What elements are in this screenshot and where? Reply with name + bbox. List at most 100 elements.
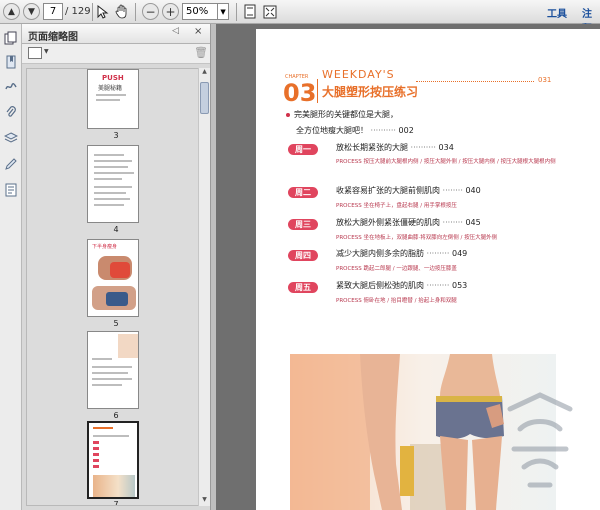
toc-entry-title[interactable]: 收紧容易扩张的大腿前侧肌肉 ········ 040 — [336, 185, 481, 196]
day-pill — [93, 441, 99, 444]
chapter-number: 03 — [283, 79, 317, 107]
leader-dots — [416, 81, 534, 82]
zoom-level-field[interactable]: 50% — [182, 3, 218, 20]
text-line — [96, 94, 126, 96]
bookmarks-icon[interactable] — [3, 54, 18, 69]
toc-entry-process: PROCESS 坐在地板上，双腿曲膝·将双膝向左倒侧 / 按压大腿外侧 — [336, 235, 498, 241]
document-viewer: CHAPTER 03 WEEKDAY'S 大腿塑形按压练习 031 完美腿形的关… — [216, 24, 600, 510]
toc-entry-title[interactable]: 放松长期紧张的大腿 ·········· 034 — [336, 142, 454, 153]
chapter-divider — [317, 79, 318, 103]
day-pill: 周五 — [288, 282, 318, 293]
thumbnail-label: 7 — [113, 500, 119, 506]
previous-page-button[interactable]: ▲ — [3, 3, 20, 20]
tools-menu-link[interactable]: 工具 — [547, 5, 567, 20]
options-chevron-down-icon[interactable]: ▼ — [44, 48, 49, 55]
toolbar-divider — [92, 3, 93, 21]
page-number-input[interactable]: 7 — [43, 3, 63, 20]
thumbnail-page-7-selected[interactable] — [87, 421, 139, 499]
navigation-strip — [0, 24, 22, 510]
thumbnail-options-icon[interactable] — [28, 47, 42, 59]
next-page-button[interactable]: ▼ — [23, 3, 40, 20]
day-pill — [93, 453, 99, 456]
day-pill: 周四 — [288, 250, 318, 261]
page-thumbnails-panel: 页面缩略图 ◁ × ▼ 🗑 PUSH 美腿秘籍 3 4 下半身瘦身 5 6 7 … — [22, 24, 212, 510]
text-line — [94, 160, 132, 162]
layers-icon[interactable] — [3, 130, 18, 145]
zoom-dropdown-chevron-down-icon[interactable]: ▼ — [217, 3, 229, 20]
day-pill — [93, 447, 99, 450]
toolbar-divider — [135, 3, 136, 21]
page-total-label: / 129 — [65, 6, 91, 17]
toc-entry-process: PROCESS 俯卧在地 / 抬目瞪替 / 抬起上身和双腿 — [336, 298, 457, 304]
text-line — [96, 99, 120, 101]
attachments-paperclip-icon[interactable] — [3, 104, 18, 119]
thumbnail-list: PUSH 美腿秘籍 3 4 下半身瘦身 5 6 7 — [26, 68, 204, 506]
text-line — [92, 366, 132, 368]
text-line — [94, 154, 124, 156]
page-thumbnails-icon[interactable] — [3, 30, 18, 45]
document-page: CHAPTER 03 WEEKDAY'S 大腿塑形按压练习 031 完美腿形的关… — [256, 29, 600, 510]
toolbar-divider — [236, 3, 237, 21]
intro-line-2: 全方位地瘦大腿吧！ ·········· 002 — [296, 126, 414, 135]
cover-title: PUSH — [102, 74, 124, 82]
fit-page-icon[interactable] — [242, 3, 258, 20]
text-line — [92, 384, 122, 386]
text-line — [92, 358, 112, 360]
thumbnail-label: 4 — [113, 225, 119, 234]
photo-figure — [110, 262, 130, 278]
full-screen-icon[interactable] — [262, 3, 278, 20]
photo-figure — [106, 292, 128, 306]
thumbnail-page-6[interactable] — [87, 331, 139, 409]
thumbnail-label: 5 — [113, 319, 119, 328]
day-pill: 周一 — [288, 144, 318, 155]
toc-entry-process: PROCESS 坐在椅子上，盘起右腿 / 用手掌根按压 — [336, 203, 457, 209]
watermark-logo — [500, 389, 580, 499]
thumbnail-heading: 下半身瘦身 — [92, 244, 118, 250]
hand-tool-icon[interactable] — [114, 3, 130, 20]
day-pill: 周三 — [288, 219, 318, 230]
photo-figure — [93, 475, 135, 497]
day-pill: 周二 — [288, 187, 318, 198]
text-line — [94, 178, 122, 180]
toc-entry-process: PROCESS 跪起二郎腿 / 一边跟腿、一边按压膝盖 — [336, 266, 457, 272]
select-tool-cursor-icon[interactable] — [96, 3, 110, 20]
text-line — [94, 186, 132, 188]
zoom-out-button[interactable]: − — [142, 3, 159, 20]
thumbnail-label: 6 — [113, 411, 119, 420]
content-icon[interactable] — [3, 182, 18, 197]
panel-header: 页面缩略图 ◁ × — [22, 24, 212, 44]
cover-subtitle: 美腿秘籍 — [98, 85, 123, 92]
scroll-up-arrow-icon[interactable]: ▲ — [200, 68, 209, 78]
text-line — [94, 166, 128, 168]
signatures-icon[interactable] — [3, 78, 18, 93]
delete-trash-icon[interactable]: 🗑 — [194, 46, 208, 59]
toc-entry-process: PROCESS 按压大腿前大腿根内侧 / 按压大腿外侧 / 按压大腿内侧 / 按… — [336, 159, 556, 165]
thumbnail-page-3[interactable]: PUSH 美腿秘籍 — [87, 69, 139, 129]
toc-entry-title[interactable]: 减少大腿内侧多余的脂肪 ········· 049 — [336, 248, 467, 259]
toc-entry-title[interactable]: 紧致大腿后侧松弛的肌肉 ········· 053 — [336, 280, 467, 291]
text-line — [93, 435, 129, 437]
scrollbar-thumb[interactable] — [200, 82, 209, 114]
text-line — [94, 192, 126, 194]
text-line — [94, 198, 130, 200]
zoom-in-button[interactable]: + — [162, 3, 179, 20]
day-pill — [93, 465, 99, 468]
text-line — [94, 204, 124, 206]
weekday-heading: WEEKDAY'S — [322, 68, 395, 81]
day-pill — [93, 459, 99, 462]
text-line — [92, 378, 132, 380]
panel-toolbar: ▼ 🗑 — [22, 44, 212, 64]
thumbnail-scrollbar[interactable]: ▲ ▼ — [198, 68, 210, 506]
thumbnail-page-4[interactable] — [87, 145, 139, 223]
security-pen-icon[interactable] — [3, 156, 18, 171]
text-line — [93, 427, 113, 429]
close-icon[interactable]: × — [194, 26, 202, 37]
photo-figure — [118, 334, 138, 358]
toc-entry-title[interactable]: 放松大腿外侧紧张僵硬的肌肉 ········ 045 — [336, 217, 481, 228]
intro-line-1: 完美腿形的关键都位是大腿， — [286, 109, 398, 120]
panel-options-icon[interactable]: ◁ — [172, 26, 179, 36]
text-line — [92, 372, 128, 374]
thumbnail-page-5[interactable]: 下半身瘦身 — [87, 239, 139, 317]
panel-title: 页面缩略图 — [28, 32, 78, 43]
scroll-down-arrow-icon[interactable]: ▼ — [200, 496, 209, 506]
